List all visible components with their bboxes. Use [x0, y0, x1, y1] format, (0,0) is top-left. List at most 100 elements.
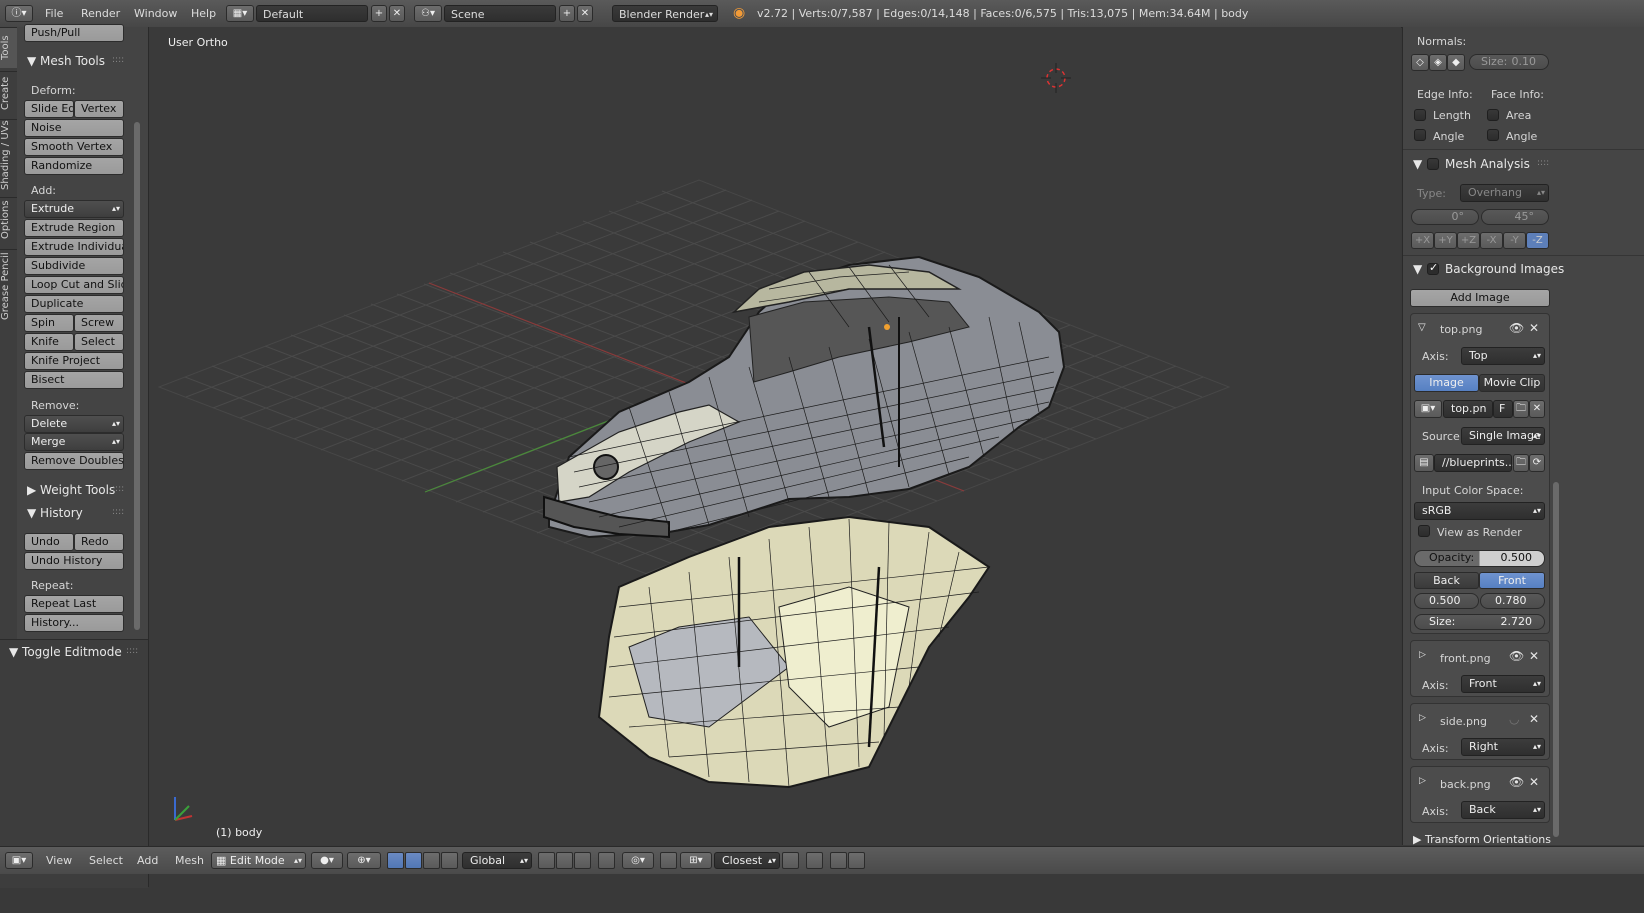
max-angle-field[interactable]: 45°	[1481, 209, 1549, 225]
push-pull-button[interactable]: Push/Pull	[24, 24, 124, 42]
image-browse-icon[interactable]: ▣▾	[1414, 400, 1442, 418]
add-image-button[interactable]: Add Image	[1410, 289, 1550, 307]
extrude-dropdown[interactable]: Extrude ▴▾	[24, 200, 124, 218]
toolshelf-scrollbar[interactable]	[134, 122, 140, 630]
merge-dropdown[interactable]: Merge ▴▾	[24, 433, 124, 451]
tab-tools[interactable]: Tools	[0, 27, 17, 68]
mesh-tools-header[interactable]: ▼ Mesh Tools	[27, 54, 105, 68]
expand-arrow-icon[interactable]: ▷	[1419, 713, 1426, 723]
delete-dropdown[interactable]: Delete ▴▾	[24, 415, 124, 433]
slide-edge-button[interactable]: Slide Ed	[24, 100, 74, 118]
scale-manipulator-icon[interactable]	[441, 852, 458, 869]
pivot-point-select[interactable]: ⊕▾	[347, 852, 381, 869]
vertex-normals-icon[interactable]: ◇	[1411, 54, 1429, 71]
close-icon[interactable]: ✕	[1529, 775, 1539, 789]
undo-button[interactable]: Undo	[24, 533, 74, 551]
proportional-edit-select[interactable]: ◎▾	[622, 852, 654, 869]
snap-toggle-icon[interactable]	[660, 852, 677, 869]
mode-select[interactable]: ▦ Edit Mode ▴▾	[211, 852, 306, 869]
scene-selector-icon[interactable]: ⚇▾	[414, 5, 442, 22]
edge-angle-checkbox[interactable]	[1414, 129, 1426, 141]
repeat-last-button[interactable]: Repeat Last	[24, 595, 124, 613]
offset-y-field[interactable]: 0.780	[1480, 593, 1545, 609]
browse-folder-icon[interactable]: 🗀	[1513, 454, 1529, 472]
manipulator-toggle-icon[interactable]	[387, 852, 404, 869]
back-axis-select[interactable]: Back ▴▾	[1461, 801, 1545, 819]
mesh-analysis-header[interactable]: ▼	[1413, 157, 1422, 171]
background-images-header[interactable]: ▼	[1413, 262, 1422, 276]
limit-selection-icon[interactable]	[598, 852, 615, 869]
duplicate-button[interactable]: Duplicate	[24, 295, 124, 313]
menu-file[interactable]: File	[45, 7, 63, 20]
tab-movie-clip[interactable]: Movie Clip	[1479, 374, 1545, 392]
bisect-button[interactable]: Bisect	[24, 371, 124, 389]
toggle-editmode-header[interactable]: ▼ Toggle Editmode	[9, 645, 122, 659]
layout-name-field[interactable]: Default	[256, 5, 368, 22]
mesh-analysis-checkbox[interactable]	[1427, 158, 1439, 170]
editor-type-icon[interactable]: ▣▾	[5, 852, 33, 869]
offset-x-field[interactable]: 0.500	[1414, 593, 1479, 609]
face-normals-icon[interactable]: ◆	[1447, 54, 1465, 71]
drag-handle-icon[interactable]: ::::	[112, 484, 124, 494]
loop-cut-button[interactable]: Loop Cut and Slide	[24, 276, 124, 294]
screen-layout-icon[interactable]: ▦▾	[226, 5, 254, 22]
transform-orientations-header[interactable]: ▶ Transform Orientations	[1413, 833, 1551, 845]
expand-arrow-icon[interactable]: ▷	[1419, 650, 1426, 660]
area-checkbox[interactable]	[1487, 109, 1499, 121]
drag-handle-icon[interactable]: ::::	[112, 507, 124, 517]
extrude-individual-button[interactable]: Extrude Individual	[24, 238, 124, 256]
drag-handle-icon[interactable]: ::::	[112, 55, 124, 65]
weight-tools-header[interactable]: ▶ Weight Tools	[27, 483, 115, 497]
menu-select[interactable]: Select	[89, 854, 123, 867]
3d-viewport[interactable]: User Ortho (1) body	[149, 27, 1401, 845]
subdivide-button[interactable]: Subdivide	[24, 257, 124, 275]
face-angle-checkbox[interactable]	[1487, 129, 1499, 141]
filepath-field[interactable]: //blueprints...	[1434, 454, 1515, 472]
front-toggle[interactable]: Front	[1479, 572, 1545, 589]
knife-select-button[interactable]: Select	[74, 333, 124, 351]
snap-element-select[interactable]: ⊞▾	[680, 852, 712, 869]
repeat-history-button[interactable]: History...	[24, 614, 124, 632]
opacity-slider[interactable]: Opacity: 0.500	[1414, 550, 1545, 567]
opengl-render-image-icon[interactable]	[830, 852, 847, 869]
eye-icon[interactable]: 👁	[1509, 649, 1524, 663]
menu-add[interactable]: Add	[137, 854, 158, 867]
spin-button[interactable]: Spin	[24, 314, 74, 332]
close-icon[interactable]: ✕	[1529, 321, 1539, 335]
translate-manipulator-icon[interactable]	[405, 852, 422, 869]
slide-vertex-button[interactable]: Vertex	[74, 100, 124, 118]
history-header[interactable]: ▼ History	[27, 506, 83, 520]
vertex-select-icon[interactable]	[538, 852, 555, 869]
open-file-icon[interactable]: 🗀	[1513, 400, 1529, 418]
split-normals-icon[interactable]: ◈	[1429, 54, 1447, 71]
eye-closed-icon[interactable]: ◡	[1509, 712, 1519, 726]
undo-history-button[interactable]: Undo History	[24, 552, 124, 570]
analysis-type-select[interactable]: Overhang ▴▾	[1460, 184, 1549, 202]
view-as-render-checkbox[interactable]	[1418, 525, 1430, 537]
face-select-icon[interactable]	[574, 852, 591, 869]
noise-button[interactable]: Noise	[24, 119, 124, 137]
snap-target-select[interactable]: Closest ▴▾	[714, 852, 780, 869]
drag-handle-icon[interactable]: ::::	[1537, 158, 1549, 168]
length-checkbox[interactable]	[1414, 109, 1426, 121]
tab-options[interactable]: Options	[0, 197, 17, 242]
axis-pos-z-button[interactable]: +Z	[1457, 232, 1480, 249]
top-axis-select[interactable]: Top ▴▾	[1461, 347, 1545, 365]
source-select[interactable]: Single Image ▴▾	[1461, 427, 1545, 445]
menu-help[interactable]: Help	[191, 7, 216, 20]
knife-button[interactable]: Knife	[24, 333, 74, 351]
info-editor-type-icon[interactable]: ⓘ▾	[5, 5, 33, 22]
eye-icon[interactable]: 👁	[1509, 775, 1524, 789]
remove-layout-icon[interactable]: ✕	[389, 5, 405, 22]
tab-grease-pencil[interactable]: Grease Pencil	[0, 249, 17, 322]
axis-pos-x-button[interactable]: +X	[1411, 232, 1434, 249]
snap-self-icon[interactable]	[782, 852, 799, 869]
tab-shading-uvs[interactable]: Shading / UVs	[0, 119, 17, 190]
axis-neg-y-button[interactable]: -Y	[1503, 232, 1526, 249]
axis-neg-z-button[interactable]: -Z	[1526, 232, 1549, 249]
auto-merge-icon[interactable]	[806, 852, 823, 869]
tab-create[interactable]: Create	[0, 71, 17, 114]
fake-user-button[interactable]: F	[1493, 400, 1513, 418]
reload-icon[interactable]: ⟳	[1529, 454, 1545, 472]
axis-pos-y-button[interactable]: +Y	[1434, 232, 1457, 249]
